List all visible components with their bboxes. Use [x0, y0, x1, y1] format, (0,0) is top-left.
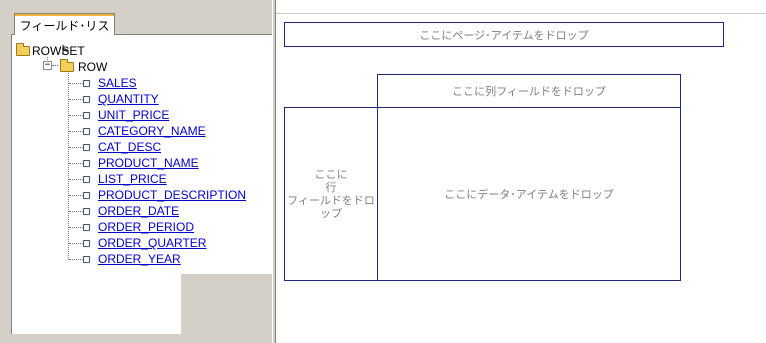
field-icon	[83, 256, 90, 263]
field-icon	[83, 96, 90, 103]
field-icon	[83, 224, 90, 231]
field-icon	[83, 160, 90, 167]
divider	[276, 13, 766, 14]
column-field-drop-zone[interactable]: ここに列フィールドをドロップ	[377, 74, 681, 108]
tree-connector	[69, 115, 83, 116]
tree-connector	[69, 243, 83, 244]
field-icon	[83, 128, 90, 135]
field-link[interactable]: PRODUCT_NAME	[98, 156, 199, 170]
tree-node-row[interactable]: ROW	[78, 60, 107, 74]
tree-connector	[69, 179, 83, 180]
tree-connector	[69, 99, 83, 100]
field-link[interactable]: UNIT_PRICE	[98, 108, 169, 122]
panel-splitter[interactable]	[272, 0, 276, 343]
collapse-toggle[interactable]: −	[43, 61, 52, 70]
tree-connector	[69, 195, 83, 196]
tree-connector	[69, 83, 83, 84]
field-link[interactable]: PRODUCT_DESCRIPTION	[98, 188, 246, 202]
tree-connector	[52, 65, 58, 66]
field-link[interactable]: ORDER_QUARTER	[98, 236, 206, 250]
field-icon	[83, 80, 90, 87]
field-icon	[83, 144, 90, 151]
folder-open-icon	[60, 59, 74, 72]
field-link[interactable]: QUANTITY	[98, 92, 159, 106]
tree-connector	[68, 73, 69, 260]
field-icon	[83, 240, 90, 247]
page-item-drop-zone[interactable]: ここにページ･アイテムをドロップ	[284, 22, 724, 47]
data-item-drop-zone[interactable]: ここにデータ･アイテムをドロップ	[377, 107, 681, 281]
tree-connector	[69, 211, 83, 212]
field-icon	[83, 112, 90, 119]
field-link[interactable]: SALES	[98, 76, 137, 90]
field-link[interactable]: ORDER_PERIOD	[98, 220, 194, 234]
field-link[interactable]: CATEGORY_NAME	[98, 124, 206, 138]
tree-connector	[69, 131, 83, 132]
tree-connector	[69, 227, 83, 228]
field-icon	[83, 208, 90, 215]
tab-field-list[interactable]: フィールド･リスト	[14, 13, 115, 57]
row-field-drop-zone[interactable]: ここに 行 フィールドをドロップ	[284, 107, 378, 281]
field-link[interactable]: ORDER_DATE	[98, 204, 179, 218]
field-link[interactable]: ORDER_YEAR	[98, 252, 181, 266]
tree-connector	[69, 147, 83, 148]
tree-connector	[69, 259, 83, 260]
panel-bottom	[0, 334, 273, 343]
field-icon	[83, 176, 90, 183]
panel-background	[181, 274, 273, 343]
field-link[interactable]: CAT_DESC	[98, 140, 161, 154]
folder-open-icon	[16, 43, 30, 56]
tree-connector	[69, 163, 83, 164]
field-link[interactable]: LIST_PRICE	[98, 172, 167, 186]
field-icon	[83, 192, 90, 199]
